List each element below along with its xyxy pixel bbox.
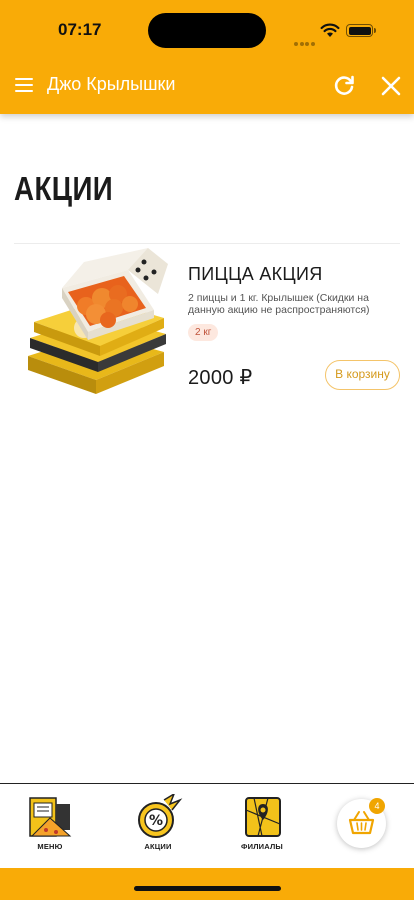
product-image (28, 248, 168, 394)
tab-promotions-label: АКЦИИ (144, 842, 172, 851)
product-description: 2 пиццы и 1 кг. Крылышек (Скидки на данн… (188, 292, 370, 316)
product-name: ПИЦЦА АКЦИЯ (188, 264, 323, 284)
bottom-strip (0, 868, 414, 900)
app-title: Джо Крылышки (47, 74, 176, 94)
close-icon[interactable] (378, 73, 404, 99)
navigation-bar: Джо Крылышки (0, 62, 414, 110)
cart-count-badge: 4 (369, 798, 385, 814)
tab-branches[interactable]: ФИЛИАЛЫ (232, 794, 292, 856)
home-indicator[interactable] (134, 886, 281, 891)
dynamic-island (148, 13, 266, 48)
percent-icon: % (138, 792, 183, 838)
signal-icon (294, 33, 316, 51)
status-time: 07:17 (58, 20, 102, 39)
battery-icon (346, 24, 373, 37)
battery-cap (374, 28, 376, 33)
svg-text:%: % (149, 813, 163, 829)
top-app-bar: 07:17 Джо Крылышки (0, 0, 414, 114)
product-card[interactable]: ПИЦЦА АКЦИЯ 2 пиццы и 1 кг. Крылышек (Ск… (14, 248, 404, 408)
tab-branches-label: ФИЛИАЛЫ (241, 842, 283, 851)
weight-badge: 2 кг (188, 324, 219, 341)
tab-menu[interactable]: МЕНЮ (20, 794, 80, 856)
hamburger-menu-icon[interactable] (12, 74, 36, 98)
product-price: 2000 ₽ (188, 367, 253, 389)
reload-icon[interactable] (331, 73, 357, 99)
title-divider (14, 243, 400, 244)
tab-menu-label: МЕНЮ (37, 842, 63, 851)
map-icon (245, 797, 281, 837)
status-bar: 07:17 (0, 0, 414, 60)
add-to-cart-button[interactable]: В корзину (325, 360, 400, 390)
wifi-icon (320, 23, 340, 37)
page-title: АКЦИИ (14, 170, 114, 207)
tab-promotions[interactable]: % АКЦИИ (128, 792, 188, 856)
menu-icon (29, 797, 72, 837)
